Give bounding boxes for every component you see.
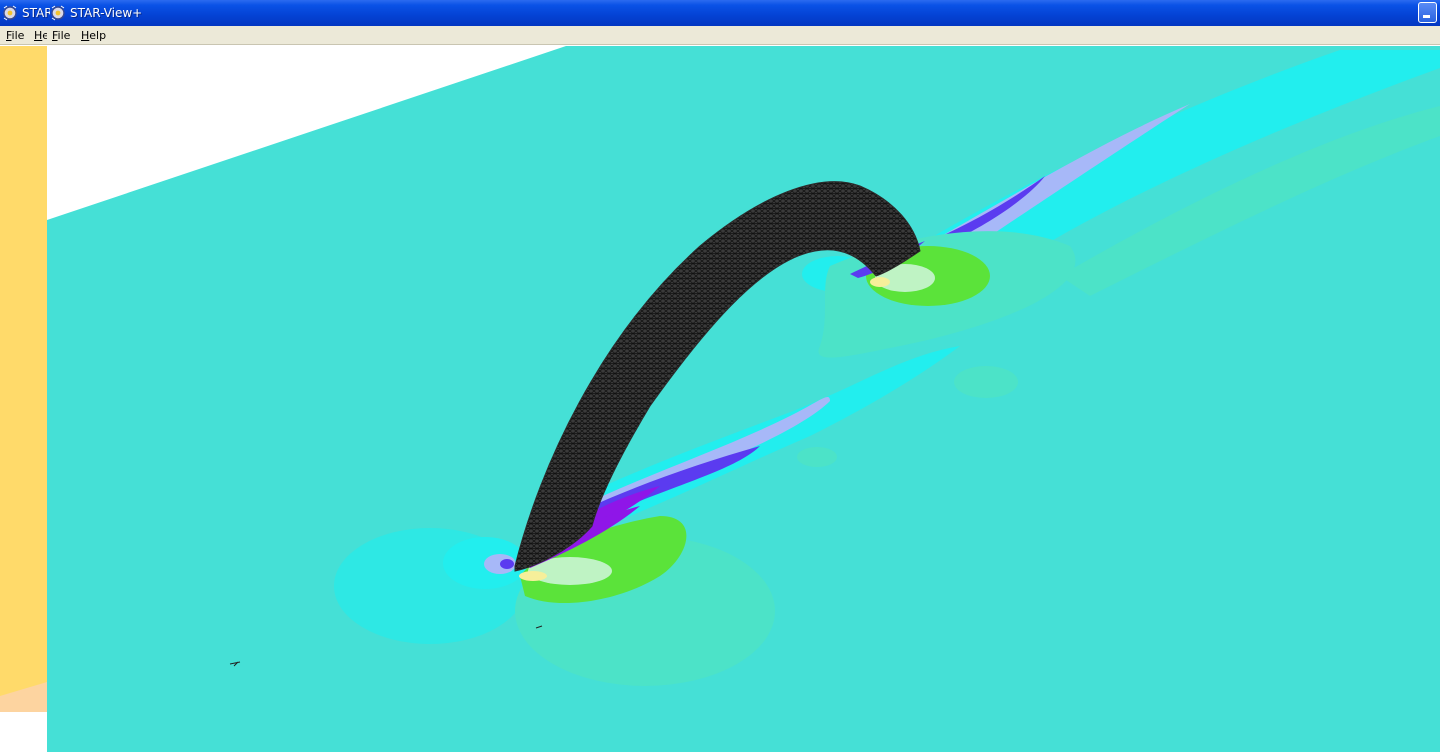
window-title-text: STAR-View+ <box>70 6 143 20</box>
menu-help[interactable]: Help <box>81 28 106 43</box>
cfd-contour-scene[interactable] <box>0 46 1440 752</box>
background-window-title-text: STAR-View+ <box>22 6 50 20</box>
minimize-button[interactable] <box>1418 2 1437 23</box>
background-menu-help[interactable]: Help <box>34 28 47 43</box>
menu-file[interactable]: File <box>52 28 70 43</box>
star-view-icon <box>3 5 17 21</box>
menu-bar: File Help File Help <box>0 26 1440 45</box>
background-menu-file[interactable]: File <box>6 28 24 43</box>
orange-panel <box>0 46 47 712</box>
window-title: STAR-View+ <box>50 0 142 26</box>
3d-viewport[interactable] <box>0 46 1440 752</box>
title-bar[interactable]: STAR-View+ STAR-View+ <box>0 0 1440 26</box>
star-view-icon <box>51 5 65 21</box>
background-window-title[interactable]: STAR-View+ <box>2 0 50 26</box>
